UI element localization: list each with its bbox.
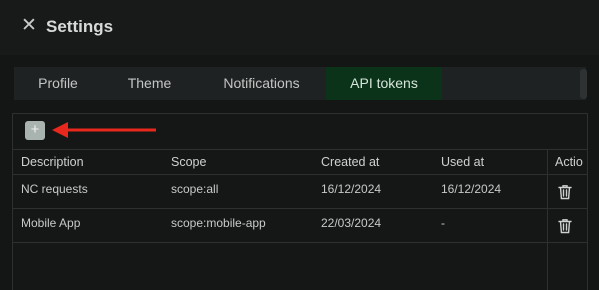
tab-theme[interactable]: Theme — [102, 67, 197, 100]
token-scope: scope:mobile-app — [171, 216, 266, 230]
column-header-actions: Actio — [555, 155, 583, 169]
tab-scrollbar[interactable] — [580, 69, 587, 99]
token-used-at: 16/12/2024 — [441, 182, 502, 196]
action-column-divider — [547, 150, 548, 290]
column-header-created-at[interactable]: Created at — [321, 155, 379, 169]
column-header-used-at[interactable]: Used at — [441, 155, 484, 169]
tab-profile[interactable]: Profile — [14, 67, 102, 100]
token-scope: scope:all — [171, 182, 219, 196]
tab-notifications[interactable]: Notifications — [197, 67, 326, 100]
table-header-top-border — [13, 149, 587, 150]
add-token-button[interactable]: + — [25, 121, 45, 140]
tab-api-tokens[interactable]: API tokens — [326, 67, 442, 100]
annotation-arrow — [52, 122, 156, 138]
trash-icon[interactable] — [558, 218, 572, 234]
close-icon[interactable]: ✕ — [21, 16, 37, 36]
column-header-description[interactable]: Description — [21, 155, 84, 169]
token-created-at: 16/12/2024 — [321, 182, 382, 196]
token-created-at: 22/03/2024 — [321, 216, 382, 230]
column-header-scope[interactable]: Scope — [171, 155, 206, 169]
settings-header: ✕ Settings — [0, 0, 599, 55]
token-description: Mobile App — [21, 216, 81, 230]
tokens-panel — [12, 113, 588, 290]
token-description: NC requests — [21, 182, 88, 196]
trash-icon[interactable] — [558, 184, 572, 200]
tab-bar: Profile Theme Notifications API tokens — [14, 67, 586, 100]
table-row-divider — [13, 208, 587, 209]
table-row-divider — [13, 242, 587, 243]
page-title: Settings — [46, 17, 114, 36]
token-used-at: - — [441, 216, 445, 230]
plus-icon: + — [30, 121, 40, 138]
table-header-bottom-border — [13, 174, 587, 175]
